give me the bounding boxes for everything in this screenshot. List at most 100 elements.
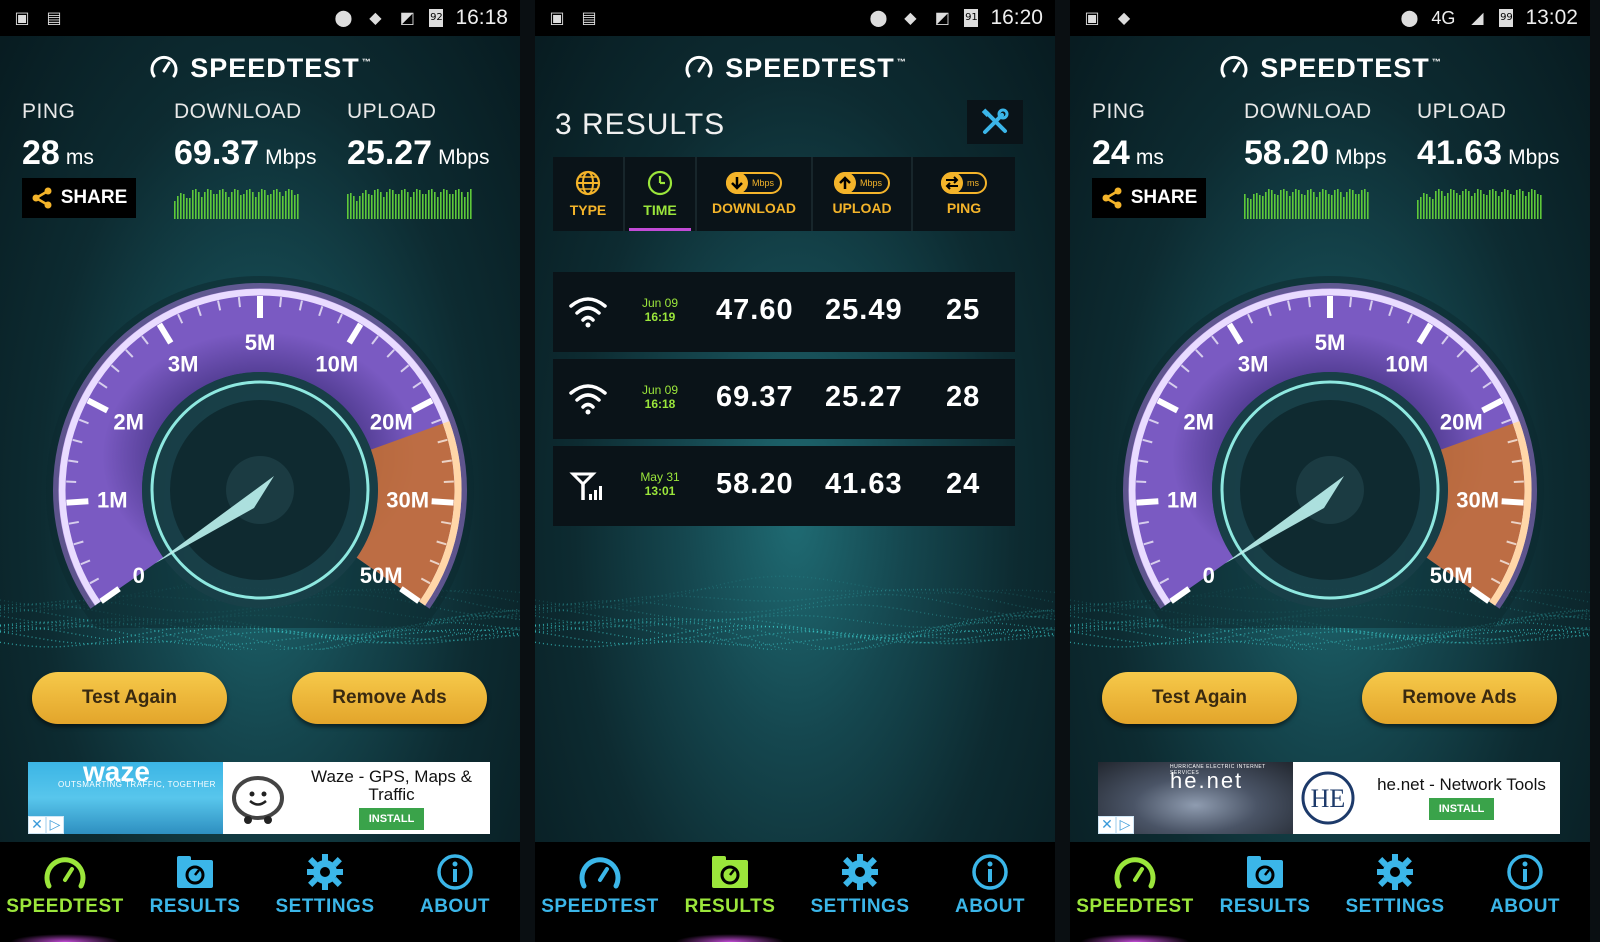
ad-choices-icon[interactable]: ▷ [1116,816,1134,834]
spark-bar [189,198,191,219]
tab-ping[interactable]: ms PING [913,157,1015,231]
spark-bar [1531,189,1533,219]
spark-bar [371,195,373,219]
tab-type[interactable]: TYPE [553,157,625,231]
upload-metric: UPLOAD 25.27 Mbps [347,100,489,223]
spark-bar [219,190,221,219]
nav-settings[interactable]: SETTINGS [1330,842,1460,942]
spark-bar [288,189,290,219]
nav-settings[interactable]: SETTINGS [795,842,925,942]
tab-download[interactable]: Mbps DOWNLOAD [697,157,813,231]
ping-metric: PING 24 ms [1092,100,1164,172]
spark-bar [177,196,179,219]
test-again-button[interactable]: Test Again [32,672,227,724]
spark-bar [1247,198,1249,219]
spark-bar [467,192,469,219]
ad-close-icon[interactable]: ✕ [1098,816,1116,834]
waze-app-icon[interactable] [223,762,293,834]
share-button[interactable]: SHARE [22,178,136,218]
spark-bar [1423,193,1425,219]
upload-value: 41.63 [1417,134,1503,172]
spark-bar [1489,190,1491,219]
spark-bar [1253,194,1255,219]
spark-bar [297,194,299,219]
spark-bar [1474,193,1476,219]
nav-about[interactable]: ABOUT [1460,842,1590,942]
remove-ads-button[interactable]: Remove Ads [292,672,487,724]
nav-about[interactable]: ABOUT [925,842,1055,942]
spark-bar [228,197,230,219]
speedtest-screen-cellular: ▣ ◆ ⬤ 4G ◢ 99 13:02 SPEEDTEST ™ PING 24 ms… [1070,0,1590,942]
spark-bar [1337,189,1339,219]
nav-speedtest[interactable]: SPEEDTEST [535,842,665,942]
wave-line [1070,624,1590,648]
gauge-minor-tick [279,297,283,308]
spark-bar [1295,189,1297,219]
spark-bar [1435,191,1437,219]
spark-bar [210,190,212,219]
ad-text[interactable]: Waze - GPS, Maps & Traffic INSTALL [293,762,490,834]
ad-text[interactable]: he.net - Network Tools INSTALL [1363,762,1560,834]
nav-settings[interactable]: SETTINGS [260,842,390,942]
result-row[interactable]: Jun 09 16:18 69.37 25.27 28 [553,359,1015,439]
spark-bar [1358,194,1360,219]
spark-bar [440,192,442,219]
brand-name: SPEEDTEST [725,52,895,83]
nav-results[interactable]: RESULTS [665,842,795,942]
result-row[interactable]: Jun 09 16:19 47.60 25.49 25 [553,272,1015,352]
speedtest-logo-icon [1220,55,1248,78]
gauge-minor-tick [237,297,241,308]
gauge-tick-label: 0 [133,563,145,588]
spark-bar [419,190,421,219]
battery-icon: 91 [964,9,979,27]
upload-metric: UPLOAD 41.63 Mbps [1417,100,1559,223]
gallery-icon: ▣ [1084,8,1100,27]
tab-upload[interactable]: Mbps UPLOAD [813,157,913,231]
wave-line [535,593,1055,618]
sort-tabs: TYPE TIME Mbps DOWNLOAD Mbps UPLOAD ms P… [553,157,1015,231]
result-row[interactable]: May 31 13:01 58.20 41.63 24 [553,446,1015,526]
spark-bar [1519,189,1521,219]
nav-results[interactable]: RESULTS [130,842,260,942]
ad-banner[interactable]: he.net HURRICANE ELECTRIC INTERNET SERVI… [1098,762,1560,834]
spark-bar [347,194,349,219]
nav-about[interactable]: ABOUT [390,842,520,942]
spark-bar [1280,190,1282,219]
ping-arrows-icon: ms [941,172,987,194]
no-signal-icon: ◩ [934,8,950,27]
nav-speedtest[interactable]: SPEEDTEST [1070,842,1200,942]
tools-button[interactable] [967,100,1023,144]
remove-ads-button[interactable]: Remove Ads [1362,672,1557,724]
ad-install-button[interactable]: INSTALL [1428,798,1495,820]
spark-bar [1256,193,1258,219]
spark-bar [401,190,403,219]
globe-icon [575,170,601,196]
he-net-app-icon[interactable]: HE [1293,762,1363,834]
ad-close-icon[interactable]: ✕ [28,816,46,834]
tab-time[interactable]: TIME [625,157,697,231]
spark-bar [1361,190,1363,219]
results-screen: ▣ ▤ ⬤ ◆ ◩ 91 16:20 SPEEDTEST ™ 3 RESULTS … [535,0,1055,942]
gear-icon [307,854,343,890]
download-value: 58.20 [1244,134,1330,172]
download-metric: DOWNLOAD 58.20 Mbps [1244,100,1386,223]
wave-line [535,606,1055,628]
spark-bar [1325,190,1327,219]
spark-bar [1367,192,1369,219]
nav-speedtest[interactable]: SPEEDTEST [0,842,130,942]
spark-bar [398,194,400,219]
spark-bar [1316,197,1318,219]
test-again-button[interactable]: Test Again [1102,672,1297,724]
spark-bar [368,194,370,219]
spark-bar [1349,189,1351,219]
spark-bar [207,189,209,219]
brand-header: SPEEDTEST ™ [1070,52,1590,84]
spark-bar [446,190,448,219]
ad-choices-icon[interactable]: ▷ [46,816,64,834]
share-button[interactable]: SHARE [1092,178,1206,218]
spark-bar [222,189,224,219]
spark-bar [1492,189,1494,219]
ad-banner[interactable]: waze OUTSMARTING TRAFFIC, TOGETHER Waze … [28,762,490,834]
nav-results[interactable]: RESULTS [1200,842,1330,942]
ad-install-button[interactable]: INSTALL [358,808,425,830]
